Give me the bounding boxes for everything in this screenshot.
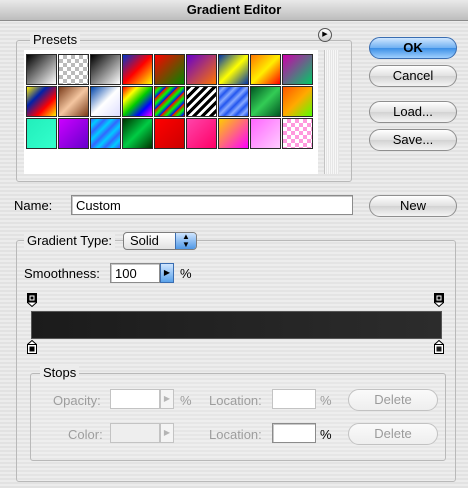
load-button[interactable]: Load...: [369, 101, 457, 123]
preset-swatch[interactable]: [26, 86, 57, 117]
opacity-field[interactable]: [110, 389, 160, 409]
preset-swatch[interactable]: [250, 54, 281, 85]
cancel-button[interactable]: Cancel: [369, 65, 457, 87]
chevron-updown-icon: ▲ ▼: [175, 233, 196, 249]
color-menu-button[interactable]: ▶: [160, 423, 174, 443]
preset-swatch[interactable]: [186, 118, 217, 149]
gradient-type-select[interactable]: Solid ▲ ▼: [123, 232, 197, 250]
color-swatch-field[interactable]: [110, 423, 160, 443]
preset-swatch[interactable]: [250, 118, 281, 149]
new-button[interactable]: New: [369, 195, 457, 217]
preset-swatch[interactable]: [154, 118, 185, 149]
opacity-stop-right[interactable]: [434, 293, 444, 307]
gradient-type-label: Gradient Type:: [24, 233, 116, 248]
color-stop-right[interactable]: [434, 340, 444, 354]
window-title: Gradient Editor: [0, 0, 468, 21]
preset-swatch[interactable]: [90, 86, 121, 117]
save-button[interactable]: Save...: [369, 129, 457, 151]
color-location-percent: %: [320, 427, 332, 442]
smoothness-menu-button[interactable]: ▶: [160, 263, 174, 283]
opacity-menu-button[interactable]: ▶: [160, 389, 174, 409]
opacity-percent: %: [180, 393, 192, 408]
name-label: Name:: [14, 198, 53, 213]
name-field[interactable]: Custom: [71, 195, 353, 215]
stops-label: Stops: [40, 365, 80, 380]
preset-swatch[interactable]: [154, 86, 185, 117]
color-label: Color:: [68, 427, 103, 442]
preset-swatch[interactable]: [90, 54, 121, 85]
preset-swatch[interactable]: [58, 86, 89, 117]
ok-button[interactable]: OK: [369, 37, 457, 59]
delete-color-stop-button[interactable]: Delete: [348, 423, 438, 445]
color-stop-left[interactable]: [27, 340, 37, 354]
preset-swatch[interactable]: [186, 86, 217, 117]
preset-swatch[interactable]: [122, 54, 153, 85]
preset-swatch[interactable]: [122, 118, 153, 149]
preset-swatch[interactable]: [154, 54, 185, 85]
presets-label: Presets: [30, 32, 81, 47]
presets-scrollbar[interactable]: [324, 50, 339, 174]
preset-swatch[interactable]: [122, 86, 153, 117]
color-location-label: Location:: [209, 427, 262, 442]
smoothness-percent: %: [180, 266, 192, 281]
preset-swatch[interactable]: [250, 86, 281, 117]
smoothness-label: Smoothness:: [24, 266, 100, 281]
preset-swatch[interactable]: [186, 54, 217, 85]
opacity-stop-left[interactable]: [27, 293, 37, 307]
preset-swatch[interactable]: [90, 118, 121, 149]
preset-swatch[interactable]: [58, 54, 89, 85]
preset-swatch[interactable]: [26, 118, 57, 149]
delete-opacity-stop-button[interactable]: Delete: [348, 389, 438, 411]
stops-group: [30, 373, 446, 461]
presets-swatch-grid: [24, 50, 318, 174]
color-location-field[interactable]: [272, 423, 316, 443]
opacity-label: Opacity:: [53, 393, 101, 408]
preset-swatch[interactable]: [218, 54, 249, 85]
preset-swatch[interactable]: [282, 86, 313, 117]
opacity-location-field[interactable]: [272, 389, 316, 409]
preset-swatch[interactable]: [282, 54, 313, 85]
gradient-type-value: Solid: [130, 233, 159, 248]
opacity-location-percent: %: [320, 393, 332, 408]
preset-swatch[interactable]: [218, 118, 249, 149]
smoothness-field[interactable]: 100: [110, 263, 160, 283]
gradient-preview-bar[interactable]: [31, 311, 442, 339]
preset-swatch[interactable]: [26, 54, 57, 85]
opacity-location-label: Location:: [209, 393, 262, 408]
preset-swatch[interactable]: [282, 118, 313, 149]
preset-swatch[interactable]: [58, 118, 89, 149]
preset-swatch[interactable]: [218, 86, 249, 117]
presets-menu-icon[interactable]: ▶: [318, 28, 332, 42]
